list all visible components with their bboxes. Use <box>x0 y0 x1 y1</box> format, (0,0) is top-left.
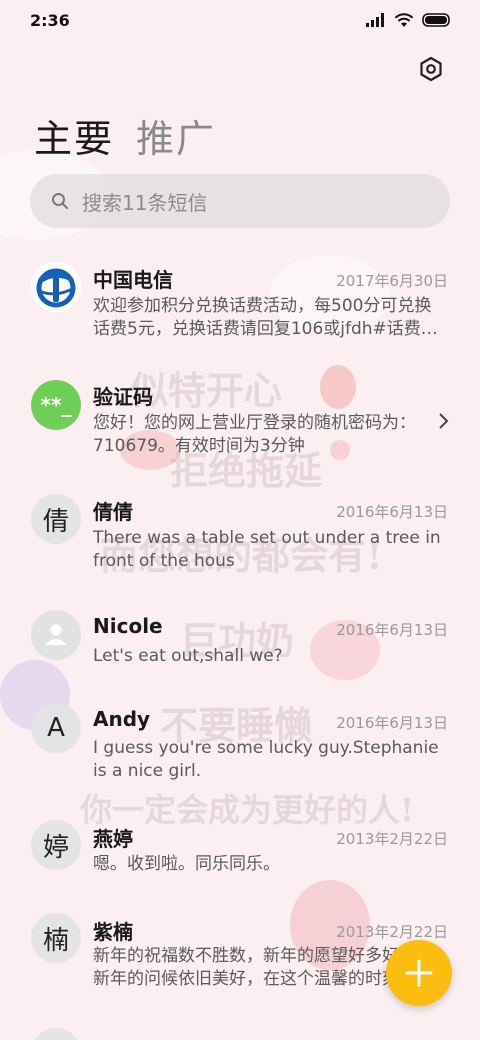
message-preview: Let's eat out,shall we? <box>93 646 283 666</box>
status-icons <box>366 12 452 28</box>
conversation-row[interactable]: 婷 燕婷 2013年2月22日 嗯。收到啦。同乐同乐。 <box>0 820 480 910</box>
signal-icon <box>366 13 384 27</box>
settings-button[interactable] <box>418 56 444 82</box>
avatar-text: 婷 <box>42 832 69 863</box>
contact-name: Nicole <box>93 614 163 638</box>
message-date: 2013年2月22日 <box>336 830 448 848</box>
contact-name: 紫楠 <box>93 920 133 944</box>
avatar: **_ <box>31 380 81 430</box>
plus-icon <box>405 959 433 987</box>
avatar-text: 楠 <box>42 925 69 956</box>
contact-name: 倩倩 <box>93 500 133 524</box>
message-date: 2016年6月13日 <box>336 714 448 732</box>
message-preview: There was a table set out under a tree i… <box>93 528 441 571</box>
avatar-text: 倩 <box>42 506 69 537</box>
conversation-row[interactable]: 中国电信 2017年6月30日 欢迎参加积分兑换话费活动，每500分可兑换话费5… <box>0 248 480 358</box>
search-bar[interactable]: 搜索11条短信 <box>30 174 450 228</box>
message-date: 2017年6月30日 <box>336 272 448 290</box>
chevron-right-icon[interactable] <box>438 412 450 430</box>
person-icon <box>31 610 81 660</box>
message-date: 2013年2月22日 <box>336 923 448 941</box>
conversation-row[interactable]: Nicole 2016年6月13日 Let's eat out,shall we… <box>0 600 480 690</box>
avatar: 楠 <box>31 913 81 963</box>
message-preview: 您好！您的网上营业厅登录的随机密码为：710679。有效时间为3分钟 <box>93 413 416 456</box>
contact-name: Andy <box>93 707 151 731</box>
contact-name: 验证码 <box>93 385 153 409</box>
avatar <box>31 1028 81 1040</box>
battery-icon <box>422 13 450 27</box>
tab-promotions[interactable]: 推广 <box>136 108 216 163</box>
message-preview: I guess you're some lucky guy.Stephanie … <box>93 738 439 781</box>
avatar: 婷 <box>31 820 81 870</box>
status-bar: 2:36 <box>0 0 480 40</box>
tabs: 主要 推广 <box>34 108 216 163</box>
tab-primary[interactable]: 主要 <box>34 108 114 163</box>
conversation-row[interactable]: **_ 验证码 您好！您的网上营业厅登录的随机密码为：710679。有效时间为3… <box>0 366 480 476</box>
avatar-text: A <box>47 713 65 743</box>
new-message-button[interactable] <box>386 940 452 1006</box>
china-telecom-logo-icon <box>31 262 81 312</box>
message-preview: 嗯。收到啦。同乐同乐。 <box>93 854 280 874</box>
conversation-row[interactable]: A Andy 2016年6月13日 I guess you're some lu… <box>0 703 480 813</box>
search-placeholder: 搜索11条短信 <box>82 190 208 215</box>
avatar: A <box>31 703 81 753</box>
conversation-row[interactable]: 倩 倩倩 2016年6月13日 There was a table set ou… <box>0 486 480 596</box>
message-date: 2016年6月13日 <box>336 621 448 639</box>
message-date: 2016年6月13日 <box>336 503 448 521</box>
avatar-text: **_ <box>40 393 72 417</box>
settings-hexagon-icon <box>420 56 442 82</box>
search-icon <box>52 193 68 209</box>
message-preview: 欢迎参加积分兑换话费活动，每500分可兑换话费5元，兑换话费请回复106或jfd… <box>93 296 438 339</box>
contact-name: 中国电信 <box>93 268 173 292</box>
wifi-icon <box>394 12 414 27</box>
contact-name: 燕婷 <box>93 827 133 851</box>
status-time: 2:36 <box>30 10 70 30</box>
avatar: 倩 <box>31 494 81 544</box>
